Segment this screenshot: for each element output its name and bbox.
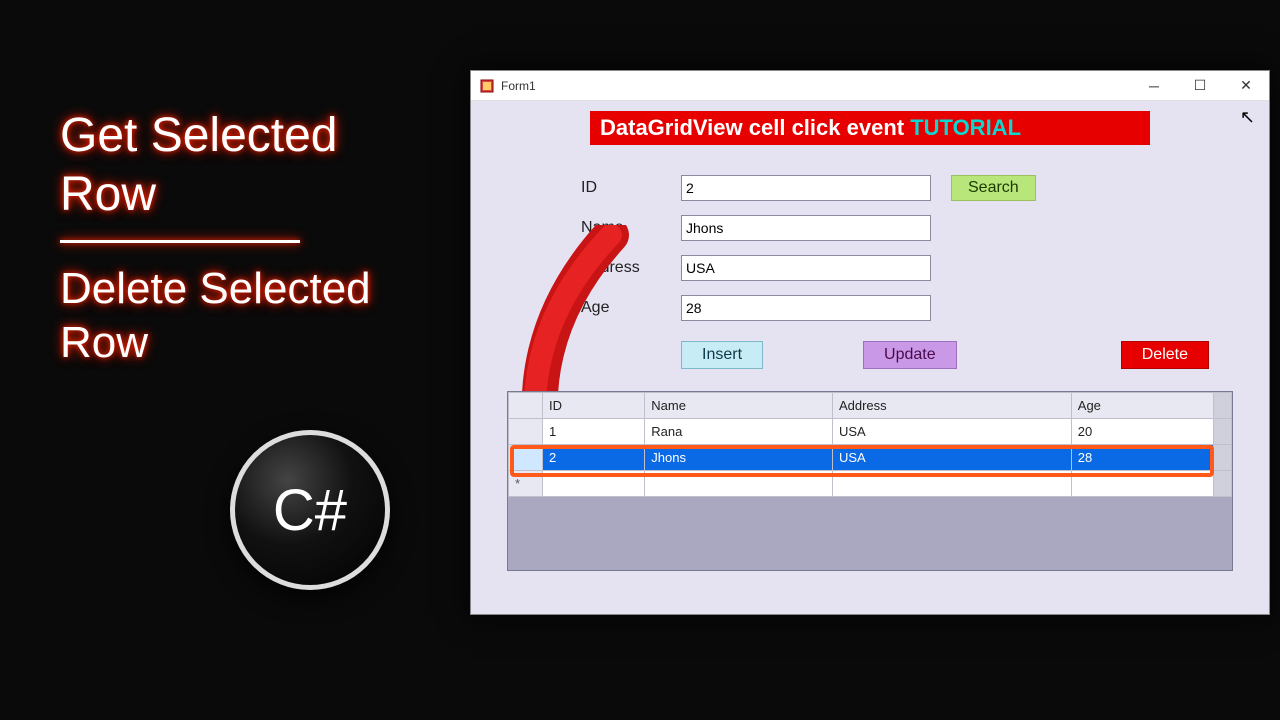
datagrid[interactable]: ID Name Address Age 1 Rana USA 20 bbox=[508, 392, 1232, 497]
age-label: Age bbox=[581, 299, 681, 317]
table-row[interactable]: 2 Jhons USA 28 bbox=[509, 445, 1232, 471]
tutorial-banner: DataGridView cell click event TUTORIAL bbox=[590, 111, 1150, 145]
insert-button[interactable]: Insert bbox=[681, 341, 763, 369]
maximize-button[interactable]: ☐ bbox=[1177, 71, 1223, 101]
promo-side-text: Get Selected Row Delete Selected Row bbox=[60, 110, 440, 373]
id-label: ID bbox=[581, 179, 681, 197]
grid-header-name[interactable]: Name bbox=[645, 393, 833, 419]
form-area: ID Search Name Address Age Insert Update… bbox=[471, 145, 1269, 391]
app-icon bbox=[479, 78, 495, 94]
name-label: Name bbox=[581, 219, 681, 237]
grid-header-id[interactable]: ID bbox=[543, 393, 645, 419]
grid-header-spacer bbox=[1214, 393, 1232, 419]
search-button[interactable]: Search bbox=[951, 175, 1036, 201]
window-titlebar[interactable]: Form1 ─ ☐ ✕ bbox=[471, 71, 1269, 101]
update-button[interactable]: Update bbox=[863, 341, 957, 369]
row-header[interactable] bbox=[509, 445, 543, 471]
promo-line-1: Get Selected bbox=[60, 110, 440, 163]
promo-divider bbox=[60, 240, 300, 243]
grid-header-address[interactable]: Address bbox=[832, 393, 1071, 419]
address-label: Address bbox=[581, 259, 681, 277]
id-input[interactable] bbox=[681, 175, 931, 201]
app-window: Form1 ─ ☐ ✕ ↖ DataGridView cell click ev… bbox=[470, 70, 1270, 615]
grid-corner[interactable] bbox=[509, 393, 543, 419]
promo-line-3: Delete Selected bbox=[60, 265, 440, 313]
name-input[interactable] bbox=[681, 215, 931, 241]
delete-button[interactable]: Delete bbox=[1121, 341, 1209, 369]
cursor-icon: ↖ bbox=[1240, 107, 1255, 128]
csharp-badge: C# bbox=[230, 430, 390, 590]
age-input[interactable] bbox=[681, 295, 931, 321]
csharp-badge-label: C# bbox=[273, 477, 347, 544]
table-row[interactable]: 1 Rana USA 20 bbox=[509, 419, 1232, 445]
minimize-button[interactable]: ─ bbox=[1131, 71, 1177, 101]
address-input[interactable] bbox=[681, 255, 931, 281]
datagrid-container: ID Name Address Age 1 Rana USA 20 bbox=[507, 391, 1233, 571]
close-button[interactable]: ✕ bbox=[1223, 71, 1269, 101]
promo-line-2: Row bbox=[60, 169, 440, 222]
row-header[interactable] bbox=[509, 471, 543, 497]
row-header[interactable] bbox=[509, 419, 543, 445]
table-row-new[interactable] bbox=[509, 471, 1232, 497]
grid-header-age[interactable]: Age bbox=[1071, 393, 1213, 419]
promo-line-4: Row bbox=[60, 319, 440, 367]
window-title: Form1 bbox=[501, 79, 536, 93]
